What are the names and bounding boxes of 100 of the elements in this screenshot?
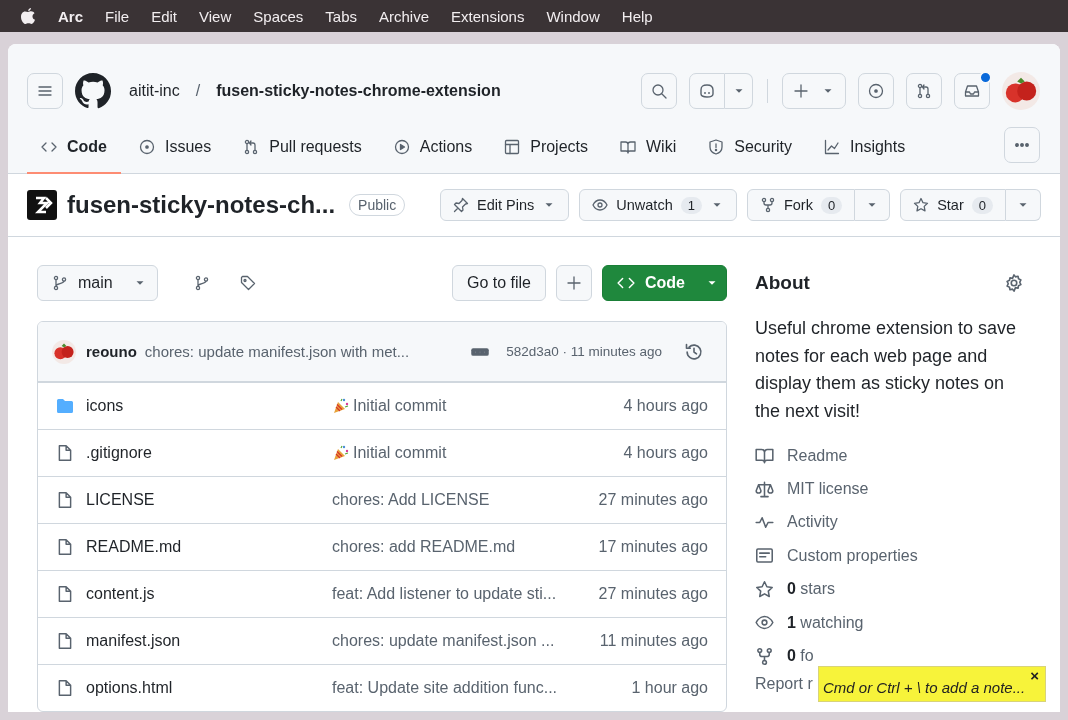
go-to-file-button[interactable]: Go to file [451, 265, 546, 301]
settings-button[interactable] [1004, 273, 1024, 293]
report-link[interactable]: Report r [755, 674, 813, 693]
file-name-link[interactable]: LICENSE [86, 491, 155, 509]
menu-item[interactable]: File [105, 7, 130, 25]
file-icon [56, 632, 74, 650]
menu-item[interactable]: Tabs [325, 7, 358, 25]
menu-item[interactable]: Window [546, 7, 600, 25]
eye-icon [592, 197, 609, 213]
circle-dot-icon [139, 138, 155, 155]
copilot-button[interactable] [689, 73, 725, 109]
search-icon [651, 83, 667, 99]
commit-time: 17 minutes ago [598, 538, 708, 556]
nav-tab[interactable]: Insights [810, 125, 920, 174]
avatar[interactable] [52, 339, 76, 364]
file-name-link[interactable]: icons [86, 397, 124, 415]
commit-message-link[interactable]: chores: add README.md [332, 538, 516, 556]
inbox-button[interactable] [954, 73, 990, 109]
file-name-link[interactable]: .gitignore [86, 444, 152, 462]
menu-item[interactable]: Extensions [451, 7, 525, 25]
commit-message-link[interactable]: Initial commit [353, 444, 447, 462]
about-link[interactable]: 0 fo [787, 647, 814, 666]
menu-item[interactable]: Edit [151, 7, 178, 25]
count-badge: 1 [680, 196, 702, 214]
repo-link[interactable]: fusen-sticky-notes-chrome-extension [216, 82, 501, 100]
commit-time: 11 minutes ago [599, 632, 708, 650]
robot-icon [698, 83, 716, 99]
repo-description: Useful chrome extension to save notes for each web page and display them as sticky notes on the next visit! [755, 317, 1018, 423]
repo-name: fusen-sticky-notes-ch... [67, 191, 336, 219]
code-button[interactable]: Code [602, 265, 727, 301]
repo-logo [27, 190, 57, 220]
file-name-link[interactable]: content.js [86, 585, 155, 603]
commit-author[interactable]: reouno [86, 343, 137, 360]
menu-item[interactable]: Arc [58, 7, 83, 25]
file-name-link[interactable]: options.html [86, 679, 173, 697]
nav-tab[interactable]: Security [694, 125, 807, 174]
add-file-button[interactable] [556, 265, 592, 301]
file-icon [56, 679, 74, 697]
owner-link[interactable]: aitit-inc [129, 82, 180, 100]
commit-time: 1 hour ago [631, 679, 708, 697]
avatar[interactable] [1002, 72, 1040, 110]
search-button[interactable] [641, 73, 677, 109]
menu-item[interactable]: Archive [379, 7, 430, 25]
edit-pins-button[interactable]: Edit Pins [440, 189, 570, 221]
nav-tab[interactable]: Projects [490, 125, 602, 174]
about-link[interactable]: 1 watching [787, 613, 864, 632]
file-name-link[interactable]: README.md [86, 538, 182, 556]
more-button[interactable] [1004, 127, 1040, 163]
about-heading: About [755, 272, 810, 294]
branch-selector[interactable]: main [37, 265, 158, 301]
menu-item[interactable]: View [199, 7, 232, 25]
commit-hash-time[interactable]: 582d3a0 · 11 minutes ago [506, 344, 662, 359]
commit-time: 27 minutes ago [598, 491, 708, 509]
history-button[interactable] [684, 341, 704, 362]
settings-icon [1004, 273, 1024, 293]
about-link[interactable]: Custom properties [787, 546, 918, 565]
about-link[interactable]: Activity [787, 513, 838, 532]
star-icon [913, 197, 930, 213]
unwatch-button[interactable]: Unwatch 1 [579, 189, 737, 221]
about-link[interactable]: 0 stars [787, 580, 836, 599]
nav-tab[interactable]: Pull requests [229, 125, 376, 174]
menu-item[interactable]: Spaces [253, 7, 304, 25]
menu-button[interactable] [27, 73, 63, 109]
create-button[interactable] [782, 73, 846, 109]
commit-message-link[interactable]: feat: Add listener to update sti... [332, 585, 557, 603]
pull-requests-button[interactable] [906, 73, 942, 109]
commit-time: 4 hours ago [623, 397, 708, 415]
commit-time: 27 minutes ago [598, 585, 708, 603]
nav-tab[interactable]: Issues [125, 125, 226, 174]
about-link[interactable]: Readme [787, 446, 848, 465]
branch-icon [194, 275, 210, 291]
menu-item[interactable]: Help [621, 7, 653, 25]
commit-message-link[interactable]: chores: Add LICENSE [332, 491, 490, 509]
menu-icon [37, 83, 53, 99]
commit-message-link[interactable]: feat: Update site addition func... [332, 679, 558, 697]
apple-icon[interactable] [20, 7, 36, 25]
nav-tab[interactable]: Actions [379, 125, 487, 174]
close-button[interactable]: × [1030, 667, 1039, 684]
commit-message-link[interactable]: Initial commit [353, 397, 447, 415]
fork-icon [759, 197, 776, 213]
plus-icon [566, 275, 582, 291]
commit-message-link[interactable]: chores: update manifest.json ... [332, 632, 555, 650]
fork-button[interactable]: Fork 0 [746, 189, 856, 221]
about-link[interactable]: MIT license [787, 480, 869, 499]
nav-tab[interactable]: Wiki [606, 125, 691, 174]
plus-icon [793, 83, 809, 99]
star-button[interactable]: Star 0 [900, 189, 1006, 221]
party-popper-icon [332, 397, 350, 415]
issues-button[interactable] [858, 73, 894, 109]
file-icon [56, 538, 74, 556]
commit-message-link[interactable]: chores: update manifest.json with met... [144, 343, 410, 360]
circle-dot-icon [868, 83, 884, 99]
party-popper-icon [332, 444, 350, 462]
book-icon [755, 446, 774, 466]
file-icon [56, 585, 74, 603]
count-badge: 0 [971, 196, 993, 214]
nav-tab[interactable]: Code [27, 125, 121, 174]
octocat-logo[interactable] [75, 73, 111, 109]
file-name-link[interactable]: manifest.json [86, 632, 181, 650]
count-badge: 0 [820, 196, 843, 214]
